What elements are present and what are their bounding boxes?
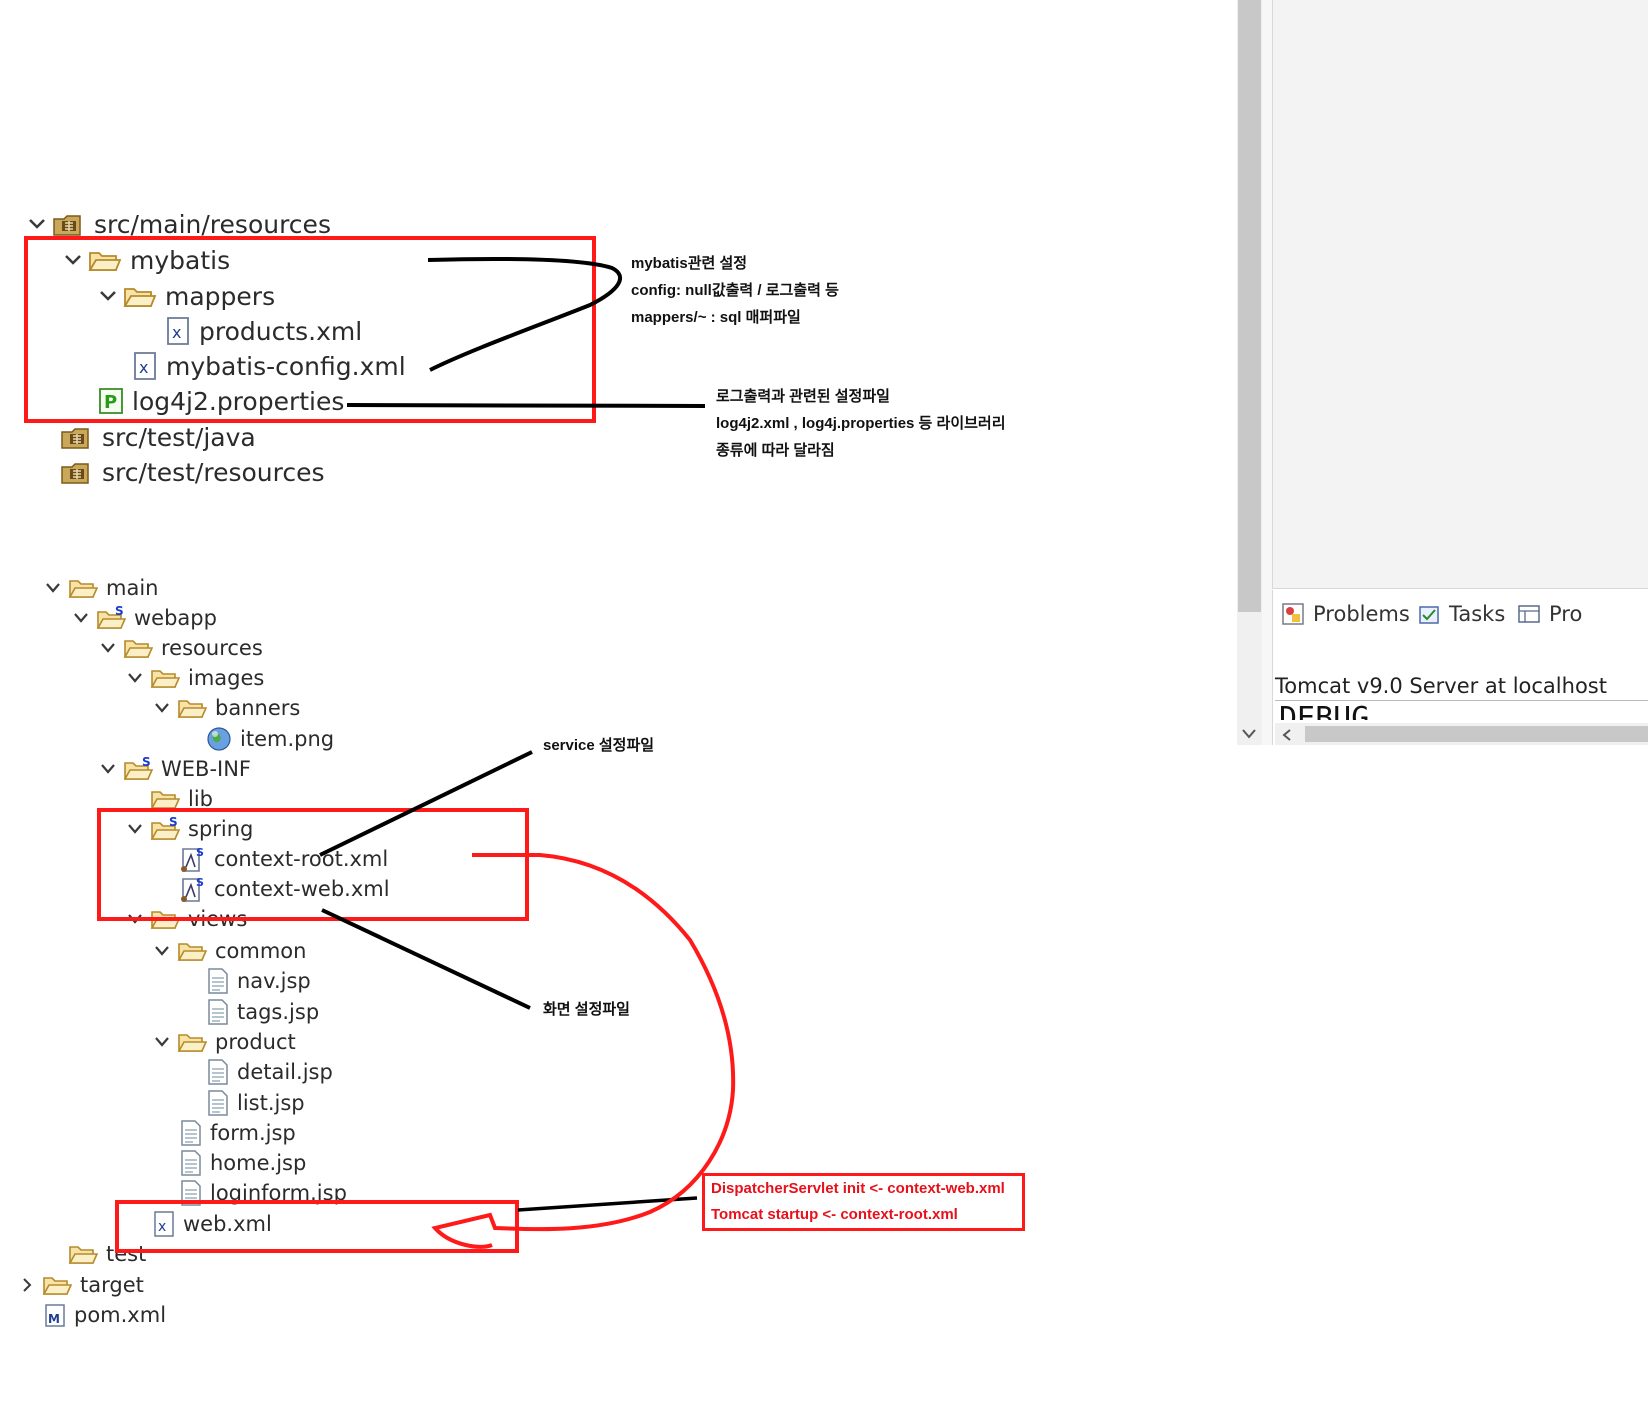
properties-view-icon <box>1517 602 1541 626</box>
service-pointer-stroke <box>319 750 533 857</box>
tasks-icon <box>1417 602 1441 626</box>
mybatis-bracket-stroke <box>427 256 623 372</box>
bottom-views-panel: Problems Tasks Pro Tomcat v9.0 Server at… <box>1272 590 1648 745</box>
editor-area <box>1272 0 1648 589</box>
tab-label: Pro <box>1549 602 1583 626</box>
tab-properties[interactable]: Pro <box>1517 602 1582 626</box>
view-pointer-stroke <box>321 908 531 1010</box>
console-line: DEBUG <box>1279 702 1370 720</box>
log-pointer-stroke <box>346 403 706 408</box>
tab-label: Tasks <box>1449 602 1506 626</box>
scrollbar-thumb[interactable] <box>1238 0 1261 612</box>
tab-tasks[interactable]: Tasks <box>1417 602 1505 626</box>
chevron-left-icon[interactable] <box>1281 727 1293 746</box>
horizontal-scrollbar[interactable] <box>1275 723 1648 745</box>
console-divider <box>1275 700 1648 701</box>
scrollbar-thumb[interactable] <box>1305 726 1648 742</box>
console-output: DEBUG <box>1279 702 1648 720</box>
console-title: Tomcat v9.0 Server at localhost <box>1275 674 1607 698</box>
chevron-down-icon[interactable] <box>1241 725 1257 744</box>
red-loop-stroke <box>431 853 736 1249</box>
tab-label: Problems <box>1313 602 1410 626</box>
console-title-text: Tomcat v9.0 Server at localhost <box>1275 674 1607 698</box>
tab-problems[interactable]: Problems <box>1281 602 1410 626</box>
vertical-scrollbar[interactable] <box>1237 0 1262 745</box>
panel-gutter <box>1262 0 1272 745</box>
problems-icon <box>1281 602 1305 626</box>
